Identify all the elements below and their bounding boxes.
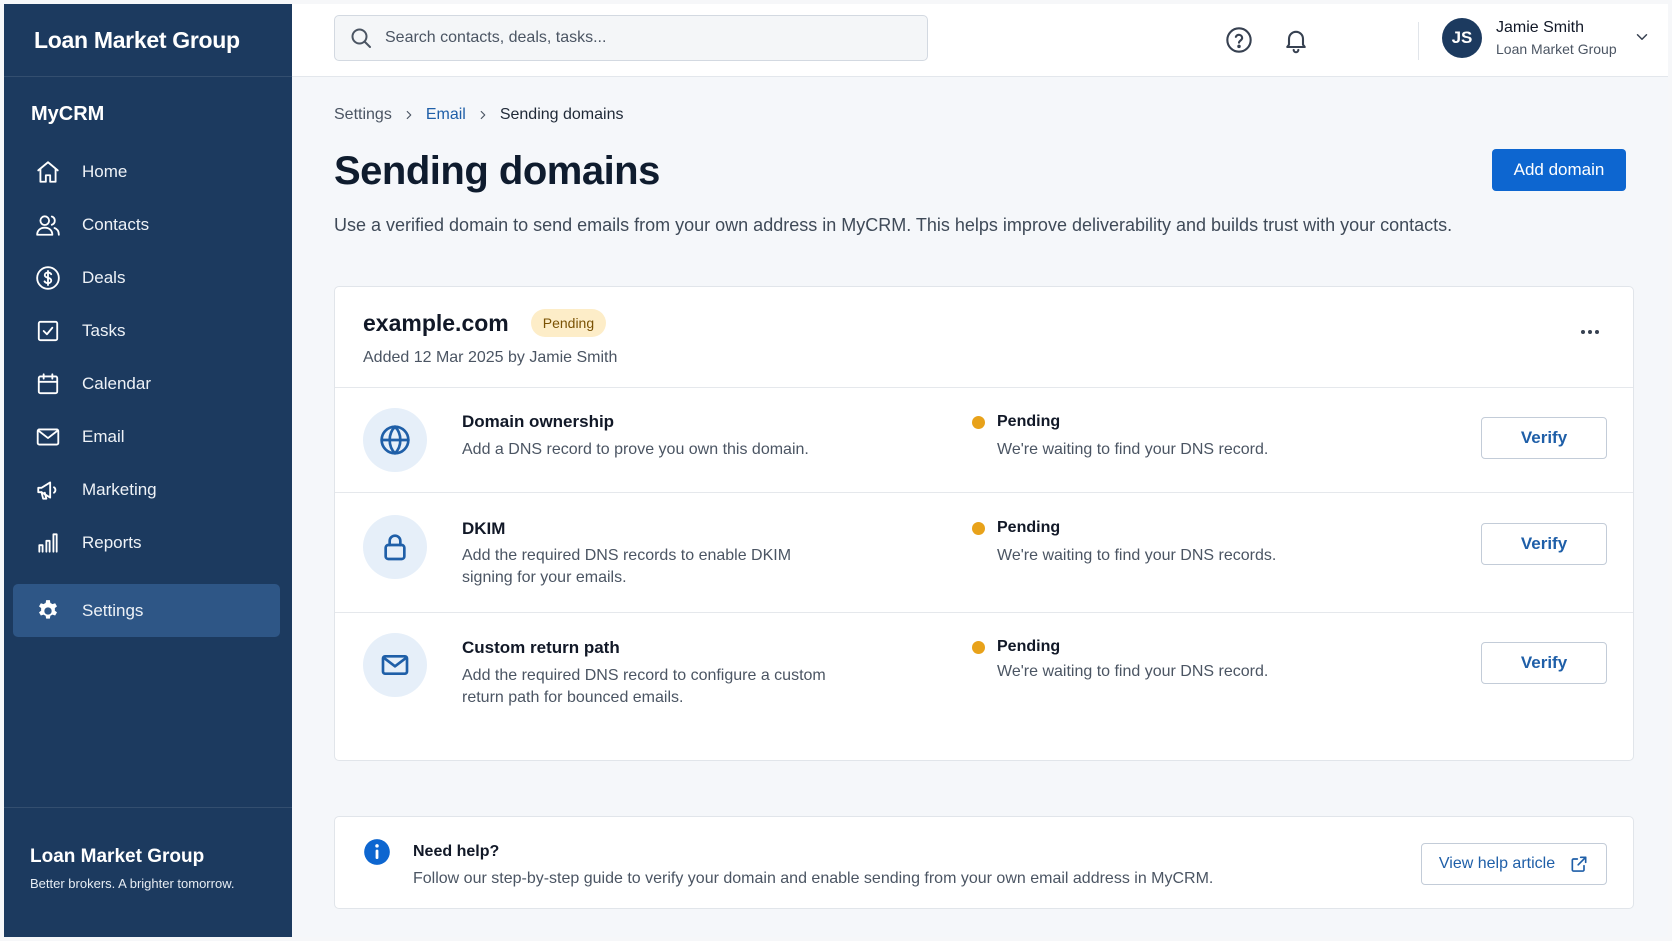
page-description: Use a verified domain to send emails fro… [334,215,1453,235]
domain-card: example.com Pending Added 12 Mar 2025 by… [334,286,1634,761]
topbar-divider [1418,22,1419,60]
help-button-label: View help article [1438,855,1556,872]
bar-chart-icon [34,529,62,557]
breadcrumb: Settings Email Sending domains [334,103,1634,127]
footer-tagline: Better brokers. A brighter tomorrow. [30,876,235,891]
check-description: Add the required DNS records to enable D… [462,547,792,586]
sidebar-item-label: Contacts [82,214,150,234]
pending-dot [972,522,985,535]
sidebar-item-label: Deals [82,267,126,287]
more-options-icon[interactable] [1575,317,1605,347]
user-org: Loan Market Group [1496,41,1617,57]
footer-brand: Loan Market Group [30,846,205,867]
topbar: JS Jamie Smith Loan Market Group [292,4,1668,77]
user-name: Jamie Smith [1496,19,1585,36]
mail-icon [34,423,62,451]
bell-icon[interactable] [1281,25,1311,55]
verify-button[interactable]: Verify [1481,642,1607,684]
sidebar: Loan Market Group MyCRM Home Contacts De… [4,4,292,937]
external-link-icon [1571,856,1587,872]
search-input[interactable] [385,29,905,47]
avatar: JS [1442,18,1482,58]
globe-icon [363,408,427,472]
user-info: Jamie Smith Loan Market Group [1496,19,1617,57]
verify-button[interactable]: Verify [1481,523,1607,565]
breadcrumb-current: Sending domains [499,106,624,123]
help-icon[interactable] [1224,25,1254,55]
add-domain-button[interactable]: Add domain [1492,149,1626,191]
sidebar-item-home[interactable]: Home [4,145,292,198]
main-content: Settings Email Sending domains Sending d… [334,77,1634,909]
sidebar-item-label: Email [82,426,125,446]
lock-icon [363,515,427,579]
sidebar-footer: Loan Market Group Better brokers. A brig… [4,807,292,937]
info-icon [364,839,390,865]
app-name: MyCRM [31,103,105,125]
calendar-icon [34,370,62,398]
sidebar-item-settings[interactable]: Settings [13,584,280,637]
search-icon [351,28,371,48]
check-row-custom-return-path: Custom return path Add the required DNS … [335,613,1633,731]
check-status: Pending [997,519,1061,536]
page-title: Sending domains [334,149,660,193]
sidebar-item-label: Settings [82,600,144,620]
help-description: Follow our step-by-step guide to verify … [413,870,1214,887]
check-description: Add a DNS record to prove you own this d… [462,441,809,458]
megaphone-icon [34,476,62,504]
domain-card-header: example.com Pending Added 12 Mar 2025 by… [335,287,1633,388]
search-box[interactable] [334,15,928,61]
status-badge: Pending [530,309,607,337]
home-icon [34,158,62,186]
check-status-text: We're waiting to find your DNS record. [997,663,1269,680]
sidebar-item-calendar[interactable]: Calendar [4,357,292,410]
dollar-icon [34,264,62,292]
brand-logo[interactable]: Loan Market Group [4,4,292,77]
sidebar-nav: Home Contacts Deals Tasks Calendar Email… [4,145,292,637]
check-title: DKIM [462,519,506,538]
check-status-text: We're waiting to find your DNS record. [997,441,1269,458]
pending-dot [972,641,985,654]
chevron-right-icon [402,108,416,122]
sidebar-item-contacts[interactable]: Contacts [4,198,292,251]
breadcrumb-email[interactable]: Email [426,106,466,124]
check-row-domain-ownership: Domain ownership Add a DNS record to pro… [335,388,1633,493]
verify-button[interactable]: Verify [1481,417,1607,459]
mail-icon [363,633,427,697]
help-card: Need help? Follow our step-by-step guide… [334,816,1634,909]
check-status: Pending [997,638,1061,655]
sidebar-item-label: Calendar [82,373,151,393]
sidebar-item-email[interactable]: Email [4,410,292,463]
check-title: Domain ownership [462,412,615,431]
view-help-article-button[interactable]: View help article [1421,843,1607,885]
check-description: Add the required DNS record to configure… [462,667,826,706]
domain-name: example.com [363,309,509,336]
check-status: Pending [997,413,1061,430]
sidebar-item-label: Marketing [82,479,157,499]
checkbox-icon [34,317,62,345]
user-menu[interactable]: JS Jamie Smith Loan Market Group [1442,16,1653,60]
check-title: Custom return path [462,638,620,657]
sidebar-item-label: Reports [82,532,142,552]
check-row-dkim: DKIM Add the required DNS records to ena… [335,493,1633,613]
sidebar-item-label: Home [82,161,128,181]
chevron-down-icon[interactable] [1633,28,1653,48]
check-status-text: We're waiting to find your DNS records. [997,547,1277,564]
sidebar-item-reports[interactable]: Reports [4,516,292,569]
app-window: Loan Market Group MyCRM Home Contacts De… [4,4,1668,937]
sidebar-item-marketing[interactable]: Marketing [4,463,292,516]
sidebar-item-label: Tasks [82,320,126,340]
pending-dot [972,416,985,429]
chevron-right-icon [476,108,490,122]
breadcrumb-settings[interactable]: Settings [334,106,392,124]
gear-icon [34,597,62,625]
help-title: Need help? [413,843,500,860]
domain-meta: Added 12 Mar 2025 by Jamie Smith [363,349,618,366]
contacts-icon [34,211,62,239]
sidebar-item-deals[interactable]: Deals [4,251,292,304]
sidebar-item-tasks[interactable]: Tasks [4,304,292,357]
